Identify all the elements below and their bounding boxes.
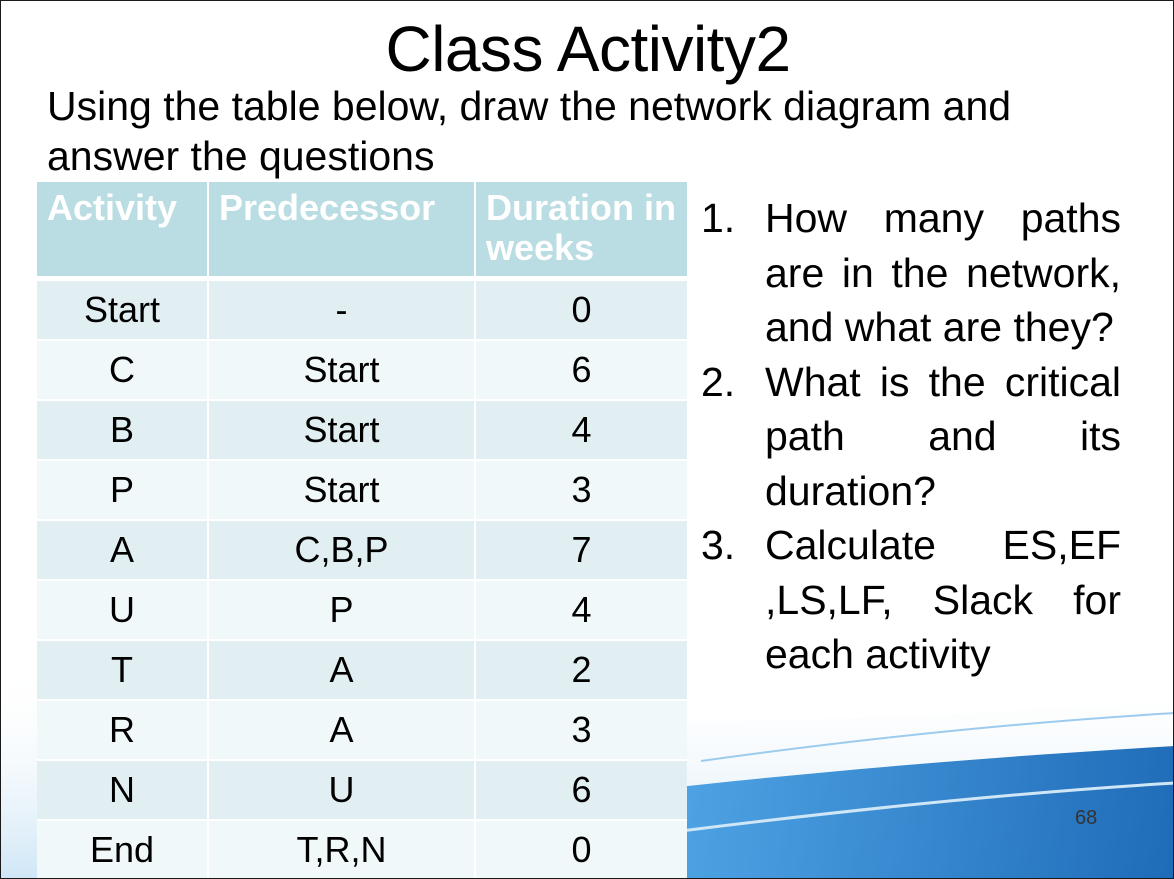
question-text: How many paths are in the network, and w… (765, 195, 1121, 350)
cell-predecessor: T,R,N (208, 819, 476, 878)
table-row: N U 6 (37, 759, 687, 821)
cell-activity: N (37, 759, 209, 821)
table-row: P Start 3 (37, 459, 687, 521)
questions-list: 1. How many paths are in the network, an… (701, 191, 1121, 682)
question-text: Calculate ES,EF ,LS,LF, Slack for each a… (765, 522, 1121, 677)
cell-predecessor: U (208, 759, 476, 821)
cell-duration: 6 (475, 339, 687, 401)
cell-predecessor: A (208, 699, 476, 761)
table-row: C Start 6 (37, 339, 687, 401)
question-text: What is the critical path and its durati… (765, 358, 1121, 514)
header-activity: Activity (37, 182, 209, 281)
question-number: 2. (701, 358, 736, 405)
cell-predecessor: Start (208, 459, 476, 521)
cell-activity: C (37, 339, 209, 401)
question-number: 3. (701, 522, 736, 568)
cell-predecessor: C,B,P (208, 519, 476, 581)
page-number: 68 (1075, 807, 1098, 829)
slide-title: Class Activity2 (385, 13, 791, 85)
cell-predecessor: Start (208, 339, 476, 401)
cell-predecessor: P (208, 579, 476, 641)
table-row: Start - 0 (37, 278, 687, 341)
question-item: 3. Calculate ES,EF ,LS,LF, Slack for eac… (701, 518, 1121, 682)
question-item: 2. What is the critical path and its dur… (701, 355, 1121, 519)
activity-table: Activity Predecessor Duration in weeks S… (37, 182, 687, 878)
table-header-row: Activity Predecessor Duration in weeks (37, 182, 687, 281)
header-predecessor: Predecessor (208, 182, 476, 281)
cell-duration: 6 (475, 759, 687, 821)
table-row: T A 2 (37, 639, 687, 701)
cell-duration: 0 (475, 819, 687, 878)
table-row: A C,B,P 7 (37, 519, 687, 581)
cell-duration: 7 (475, 519, 687, 581)
cell-duration: 3 (475, 459, 687, 521)
cell-predecessor: Start (208, 399, 476, 461)
cell-predecessor: - (208, 278, 476, 341)
cell-activity: T (37, 639, 209, 701)
cell-duration: 3 (475, 699, 687, 761)
cell-activity: U (37, 579, 209, 641)
slide: Class Activity2 Using the table below, d… (0, 0, 1174, 879)
table-row: U P 4 (37, 579, 687, 641)
cell-activity: Start (37, 278, 209, 341)
cell-duration: 4 (475, 579, 687, 641)
question-number: 1. (701, 195, 736, 241)
cell-duration: 2 (475, 639, 687, 701)
cell-activity: A (37, 519, 209, 581)
cell-predecessor: A (208, 639, 476, 701)
table-row: R A 3 (37, 699, 687, 761)
table-row: B Start 4 (37, 399, 687, 461)
cell-activity: P (37, 459, 209, 521)
table-row: End T,R,N 0 (37, 819, 687, 878)
header-duration: Duration in weeks (475, 182, 687, 281)
cell-duration: 0 (475, 278, 687, 341)
cell-activity: B (37, 399, 209, 461)
cell-duration: 4 (475, 399, 687, 461)
instructions-text: Using the table below, draw the network … (47, 83, 1012, 179)
cell-activity: R (37, 699, 209, 761)
question-item: 1. How many paths are in the network, an… (701, 191, 1121, 355)
cell-activity: End (37, 819, 209, 878)
